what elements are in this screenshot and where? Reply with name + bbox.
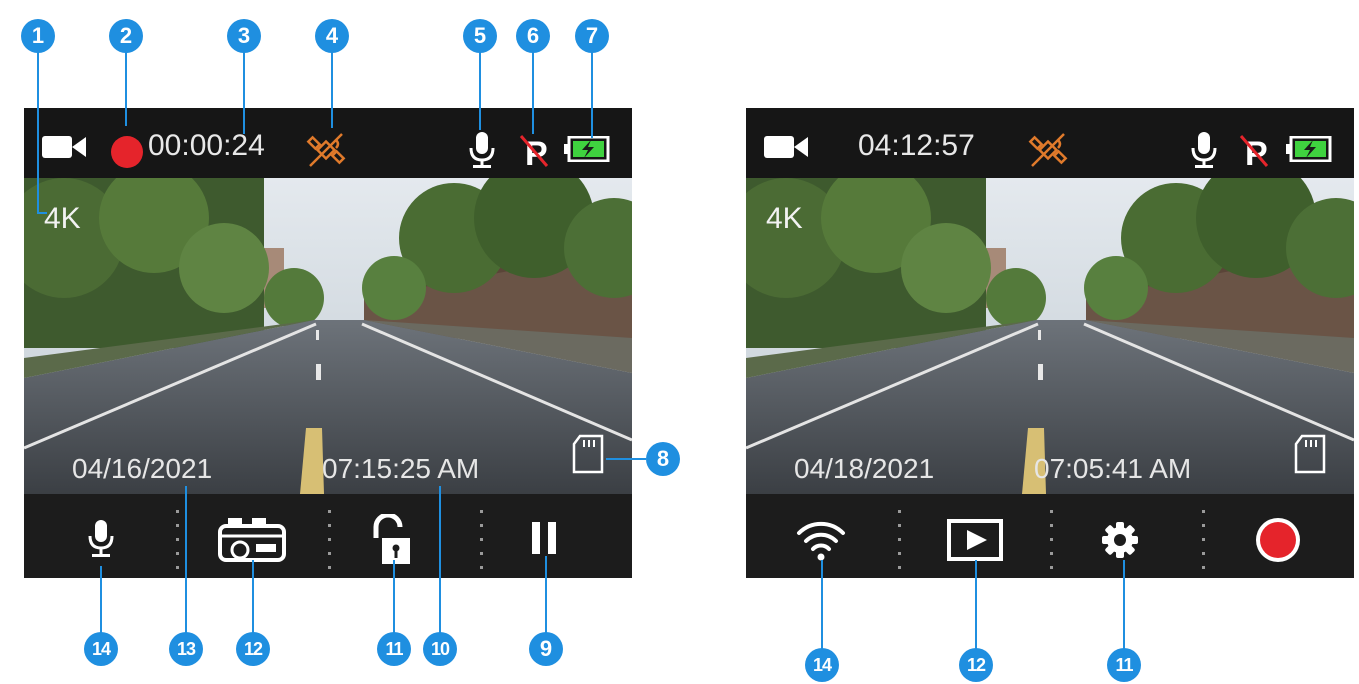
pause-icon[interactable] [530, 522, 558, 554]
record-timer: 04:12:57 [858, 129, 975, 162]
sd-card-icon [1294, 434, 1326, 474]
callout-badge: 8 [646, 442, 680, 476]
road-camera-view [24, 178, 632, 494]
callout-badge: 9 [529, 632, 563, 666]
playback-icon[interactable] [947, 519, 1003, 561]
battery-charging-icon [564, 136, 610, 162]
gps-satellite-icon [306, 130, 346, 170]
microphone-icon [469, 132, 495, 168]
callout-leader [252, 560, 254, 636]
callout-leader [545, 556, 547, 636]
callout-leader [185, 486, 187, 636]
callout-badge: 3 [227, 19, 261, 53]
callout-badge: 14 [805, 648, 839, 682]
callout-badge: 2 [109, 19, 143, 53]
video-camera-icon [42, 136, 86, 158]
callout-badge: 11 [377, 632, 411, 666]
road-camera-view [746, 178, 1354, 494]
callout-badge: 1 [21, 19, 55, 53]
callout-leader [439, 486, 441, 636]
callout-leader [606, 458, 646, 460]
separator [1202, 510, 1205, 570]
battery-charging-icon [1286, 136, 1332, 162]
callout-badge: 12 [959, 648, 993, 682]
unlock-icon[interactable] [366, 514, 414, 566]
callout-leader [100, 566, 102, 636]
gear-icon[interactable] [1100, 520, 1140, 560]
microphone-icon [1191, 132, 1217, 168]
callout-badge: 14 [84, 632, 118, 666]
separator [898, 510, 901, 570]
callout-badge: 5 [463, 19, 497, 53]
callout-leader [1123, 560, 1125, 652]
callout-badge: 13 [169, 632, 203, 666]
parking-off-icon: P [1239, 135, 1269, 170]
left-screen: 00:00:24 P 4K 04/16/2021 07:15:25 AM [24, 108, 632, 578]
separator [328, 510, 331, 570]
callout-badge: 7 [575, 19, 609, 53]
callout-leader [37, 212, 47, 214]
separator [1050, 510, 1053, 570]
right-screen: 04:12:57 P 4K 04/18/2021 07:05:41 AM [746, 108, 1354, 578]
separator [480, 510, 483, 570]
sd-card-icon [572, 434, 604, 474]
microphone-icon[interactable] [86, 518, 116, 560]
record-button-icon[interactable] [1254, 516, 1302, 564]
camera-icon[interactable] [218, 516, 286, 564]
separator [176, 510, 179, 570]
gps-satellite-icon [1028, 130, 1068, 170]
callout-badge: 10 [423, 632, 457, 666]
callout-leader [821, 560, 823, 652]
parking-off-icon: P [519, 135, 549, 170]
wifi-icon[interactable] [796, 518, 846, 562]
date-stamp: 04/18/2021 [794, 453, 935, 484]
time-stamp: 07:15:25 AM [322, 453, 480, 484]
callout-badge: 12 [236, 632, 270, 666]
date-stamp: 04/16/2021 [72, 453, 213, 484]
record-timer: 00:00:24 [148, 129, 265, 162]
callout-leader [393, 560, 395, 636]
time-stamp: 07:05:41 AM [1034, 453, 1192, 484]
resolution-label: 4K [44, 202, 81, 235]
callout-leader [975, 560, 977, 652]
callout-badge: 6 [516, 19, 550, 53]
callout-badge: 11 [1107, 648, 1141, 682]
resolution-label: 4K [766, 202, 803, 235]
callout-leader [37, 36, 39, 214]
video-camera-icon [764, 136, 808, 158]
callout-badge: 4 [315, 19, 349, 53]
record-dot-icon [111, 136, 143, 168]
